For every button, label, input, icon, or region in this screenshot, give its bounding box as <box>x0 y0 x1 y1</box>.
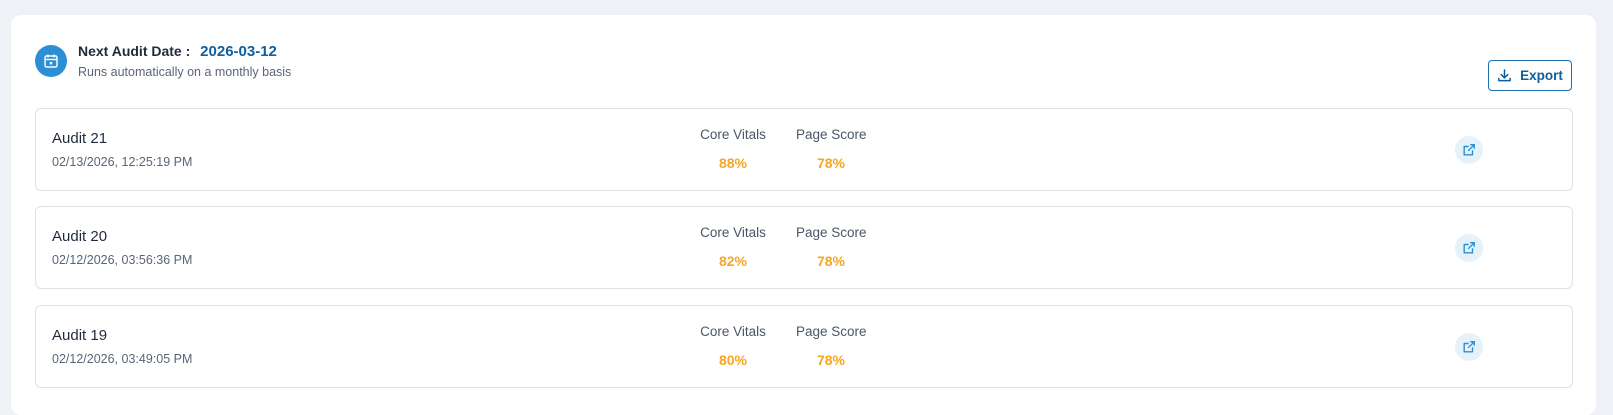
audit-title: Audit 19 <box>52 327 108 344</box>
page-score-value: 78% <box>816 253 846 269</box>
core-vitals-metric: Core Vitals 82% <box>699 225 767 269</box>
core-vitals-value: 82% <box>718 253 748 269</box>
audit-schedule-header: Next Audit Date : 2026-03-12 Runs automa… <box>35 43 1572 91</box>
audit-row: Audit 19 02/12/2026, 03:49:05 PM Core Vi… <box>35 305 1573 388</box>
page-score-label: Page Score <box>796 225 867 240</box>
export-button[interactable]: Export <box>1488 60 1572 91</box>
audit-timestamp: 02/12/2026, 03:56:36 PM <box>52 253 193 267</box>
page-score-label: Page Score <box>796 127 867 142</box>
page-score-metric: Page Score 78% <box>796 324 867 368</box>
page-score-metric: Page Score 78% <box>796 225 867 269</box>
external-link-icon <box>1463 144 1475 156</box>
audit-title: Audit 21 <box>52 130 108 147</box>
core-vitals-value: 88% <box>718 155 748 171</box>
core-vitals-metric: Core Vitals 80% <box>699 324 767 368</box>
audit-timestamp: 02/12/2026, 03:49:05 PM <box>52 352 193 366</box>
audit-title: Audit 20 <box>52 228 108 245</box>
core-vitals-metric: Core Vitals 88% <box>699 127 767 171</box>
open-audit-button[interactable] <box>1455 333 1483 361</box>
core-vitals-label: Core Vitals <box>700 324 766 339</box>
open-audit-button[interactable] <box>1455 234 1483 262</box>
next-audit-label: Next Audit Date : <box>78 43 191 59</box>
page-score-metric: Page Score 78% <box>796 127 867 171</box>
core-vitals-label: Core Vitals <box>700 127 766 142</box>
next-audit-date: 2026-03-12 <box>200 43 277 60</box>
schedule-subtitle: Runs automatically on a monthly basis <box>78 65 292 79</box>
core-vitals-label: Core Vitals <box>700 225 766 240</box>
external-link-icon <box>1463 242 1475 254</box>
audit-timestamp: 02/13/2026, 12:25:19 PM <box>52 155 193 169</box>
external-link-icon <box>1463 341 1475 353</box>
page-score-value: 78% <box>816 352 846 368</box>
audit-row: Audit 20 02/12/2026, 03:56:36 PM Core Vi… <box>35 206 1573 289</box>
core-vitals-value: 80% <box>718 352 748 368</box>
download-icon <box>1498 69 1511 82</box>
audit-card: Next Audit Date : 2026-03-12 Runs automa… <box>11 15 1596 415</box>
next-audit-line: Next Audit Date : 2026-03-12 <box>78 43 277 60</box>
open-audit-button[interactable] <box>1455 136 1483 164</box>
export-button-label: Export <box>1520 68 1563 83</box>
audit-row: Audit 21 02/13/2026, 12:25:19 PM Core Vi… <box>35 108 1573 191</box>
page-score-label: Page Score <box>796 324 867 339</box>
calendar-icon <box>35 45 67 77</box>
page-score-value: 78% <box>816 155 846 171</box>
